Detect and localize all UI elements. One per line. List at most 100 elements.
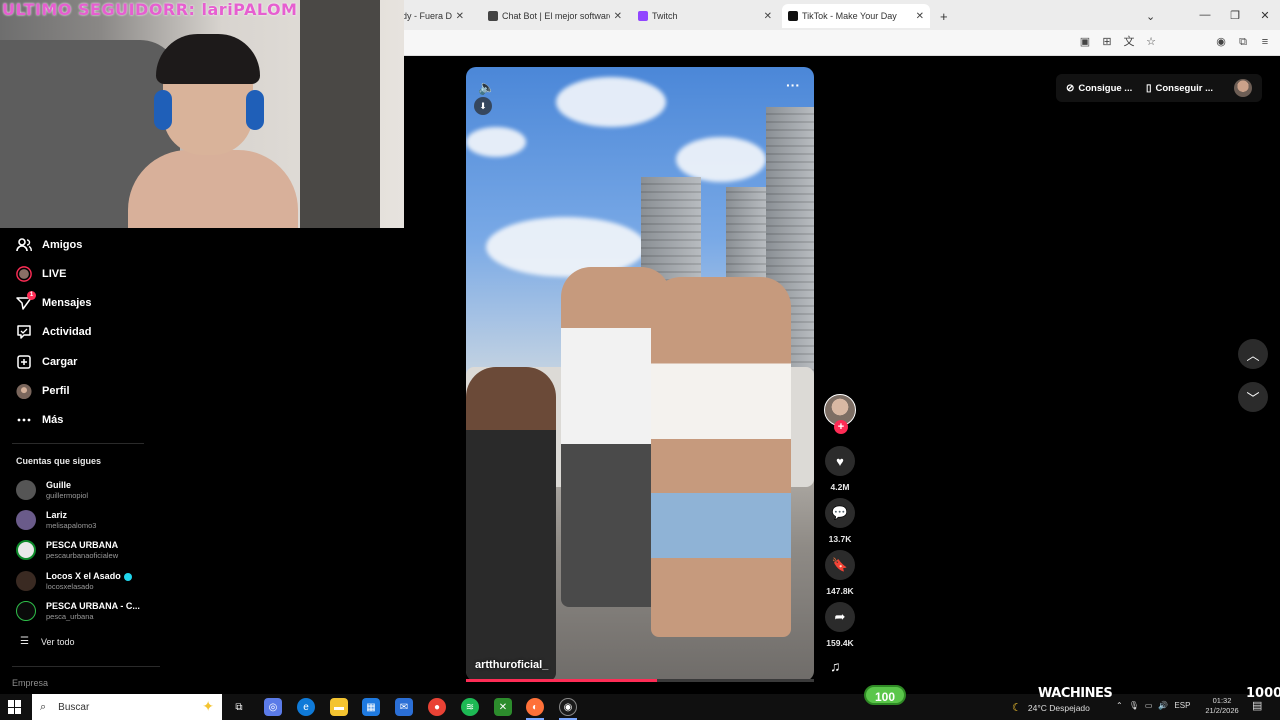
like-button[interactable]: ♥: [825, 446, 855, 476]
save-button[interactable]: 🔖: [825, 550, 855, 580]
close-window-icon[interactable]: ✕: [1250, 9, 1280, 22]
sidebar-item-profile[interactable]: Perfil: [16, 381, 70, 401]
get-coins-button[interactable]: ⊘ Consigue ...: [1066, 74, 1132, 102]
plus-icon: +: [940, 8, 948, 24]
sidebar-item-label: LIVE: [42, 268, 67, 280]
taskbar-search[interactable]: ⌕ Buscar ✦: [32, 694, 222, 720]
minimize-icon[interactable]: —: [1190, 9, 1220, 21]
firefox-icon[interactable]: ◐: [526, 698, 544, 716]
chat-icon: [488, 11, 498, 21]
screen: { "stream_overlay": { "webcam_title": "U…: [0, 0, 1280, 720]
weather-widget[interactable]: ☾ 24°C Despejado: [1012, 701, 1090, 714]
share-count: 159.4K: [826, 638, 854, 648]
browser-tab-music[interactable]: dy - Fuera Del P ✕: [396, 4, 470, 28]
following-account[interactable]: Guille guillermopiol: [16, 476, 88, 504]
chrome-icon[interactable]: ●: [428, 698, 446, 716]
more-options-icon[interactable]: ···: [786, 77, 800, 93]
following-account[interactable]: Lariz melisapalomo3: [16, 506, 96, 534]
previous-video-button[interactable]: ︿: [1238, 339, 1268, 369]
sidebar-item-friends[interactable]: Amigos: [16, 235, 82, 255]
language-indicator[interactable]: ESP: [1174, 701, 1190, 710]
sidebar-item-live[interactable]: LIVE: [16, 264, 66, 284]
account-name: Lariz: [46, 510, 68, 520]
user-avatar[interactable]: [1234, 79, 1252, 97]
avatar: [16, 540, 36, 560]
profile-circle-icon[interactable]: ◉: [1214, 35, 1228, 49]
mic-icon[interactable]: 🎙: [1129, 701, 1139, 710]
close-icon[interactable]: ✕: [916, 11, 924, 22]
moon-icon: ☾: [1012, 702, 1022, 714]
browser-toolbar: ▣ ⊞ 文 ☆ ◉ ⧉ ≡: [404, 30, 1280, 56]
browser-tab-tiktok[interactable]: TikTok - Make Your Day ✕: [782, 4, 930, 28]
new-tab-button[interactable]: +: [934, 4, 952, 28]
install-app-icon[interactable]: ⊞: [1100, 35, 1114, 49]
sidebar-item-messages[interactable]: 1 Mensajes: [16, 291, 92, 313]
share-button[interactable]: ➦: [825, 602, 855, 632]
start-button[interactable]: [8, 700, 22, 714]
volume-icon[interactable]: 🔈: [478, 79, 495, 96]
edge-icon[interactable]: e: [297, 698, 315, 716]
video-author[interactable]: artthuroficial_: [475, 659, 548, 671]
tab-list-button[interactable]: ⌄: [1140, 4, 1158, 28]
sidebar-item-activity[interactable]: Actividad: [16, 322, 92, 342]
download-icon[interactable]: ⬇: [474, 97, 492, 115]
comment-count: 13.7K: [828, 534, 852, 544]
extensions-icon[interactable]: ⧉: [1236, 35, 1250, 49]
profile-icon: [16, 383, 32, 399]
see-all-button[interactable]: ☰ Ver todo: [20, 636, 75, 647]
close-icon[interactable]: ✕: [456, 11, 464, 22]
following-account[interactable]: PESCA URBANA - C... pesca_urbana: [16, 597, 140, 625]
store-icon[interactable]: ▦: [362, 698, 380, 716]
music-disc-icon[interactable]: ♫: [830, 658, 841, 674]
follow-plus-icon[interactable]: +: [834, 420, 848, 434]
phone-icon: ▯: [1146, 82, 1152, 94]
next-video-button[interactable]: ﹀: [1238, 382, 1268, 412]
copilot-icon[interactable]: ◎: [264, 698, 282, 716]
like-count: 4.2M: [830, 482, 850, 492]
video-progress-bar[interactable]: [466, 679, 814, 682]
list-icon: ☰: [20, 636, 29, 647]
file-explorer-icon[interactable]: ▬: [330, 698, 348, 716]
video-player[interactable]: 🔈 ⬇ ··· artthuroficial_: [466, 67, 814, 681]
following-section-title: Cuentas que sigues: [16, 456, 102, 466]
bookmark-star-icon[interactable]: ☆: [1144, 35, 1158, 49]
notifications-icon[interactable]: ▤: [1252, 699, 1262, 712]
browser-tab-bar: dy - Fuera Del P ✕ Chat Bot | El mejor s…: [402, 0, 1280, 30]
taskbar-clock[interactable]: 01:32 21/2/2026: [1202, 696, 1242, 716]
company-link[interactable]: Empresa: [12, 678, 48, 688]
following-account[interactable]: Locos X el Asado locosxelasado: [16, 567, 132, 595]
divider: [12, 666, 160, 667]
notification-badge: 1: [27, 291, 36, 300]
browser-tab-twitch[interactable]: Twitch ✕: [632, 4, 778, 28]
tiktok-icon: [788, 11, 798, 21]
picture-in-picture-icon[interactable]: ▣: [1078, 35, 1092, 49]
live-icon: [16, 266, 32, 282]
webcam-door: [300, 0, 380, 228]
close-icon[interactable]: ✕: [764, 11, 772, 22]
restore-icon[interactable]: ❐: [1220, 9, 1250, 22]
save-count: 147.8K: [826, 586, 854, 596]
xbox-icon[interactable]: ✕: [494, 698, 512, 716]
speaker-icon[interactable]: 🔊: [1158, 701, 1168, 710]
menu-icon[interactable]: ≡: [1258, 35, 1272, 49]
account-name: Locos X el Asado: [46, 571, 121, 581]
sidebar-item-more[interactable]: Más: [16, 410, 63, 430]
sidebar-item-upload[interactable]: Cargar: [16, 352, 77, 372]
mail-icon[interactable]: ✉: [395, 698, 413, 716]
comment-icon: 💬: [831, 505, 849, 520]
network-icon[interactable]: ▭: [1145, 701, 1153, 710]
close-icon[interactable]: ✕: [614, 11, 622, 22]
get-app-button[interactable]: ▯ Conseguir ...: [1146, 74, 1213, 102]
translate-icon[interactable]: 文: [1122, 35, 1136, 49]
chevron-up-icon[interactable]: ⌃: [1116, 701, 1123, 710]
task-view-icon[interactable]: ⧉: [230, 698, 248, 716]
spotify-icon[interactable]: ≋: [461, 698, 479, 716]
sparkle-icon: ✦: [202, 698, 214, 714]
toolbar-icons: ▣ ⊞ 文 ☆ ◉ ⧉ ≡: [1078, 35, 1272, 49]
comment-button[interactable]: 💬: [825, 498, 855, 528]
overlay-banner-text: WACHINES: [1038, 686, 1113, 701]
following-account[interactable]: PESCA URBANA pescaurbanaoficialew: [16, 536, 118, 564]
browser-tab-chatbot[interactable]: Chat Bot | El mejor software pa ✕: [482, 4, 628, 28]
obs-icon[interactable]: ◉: [559, 698, 577, 716]
bookmark-icon: 🔖: [831, 557, 849, 572]
